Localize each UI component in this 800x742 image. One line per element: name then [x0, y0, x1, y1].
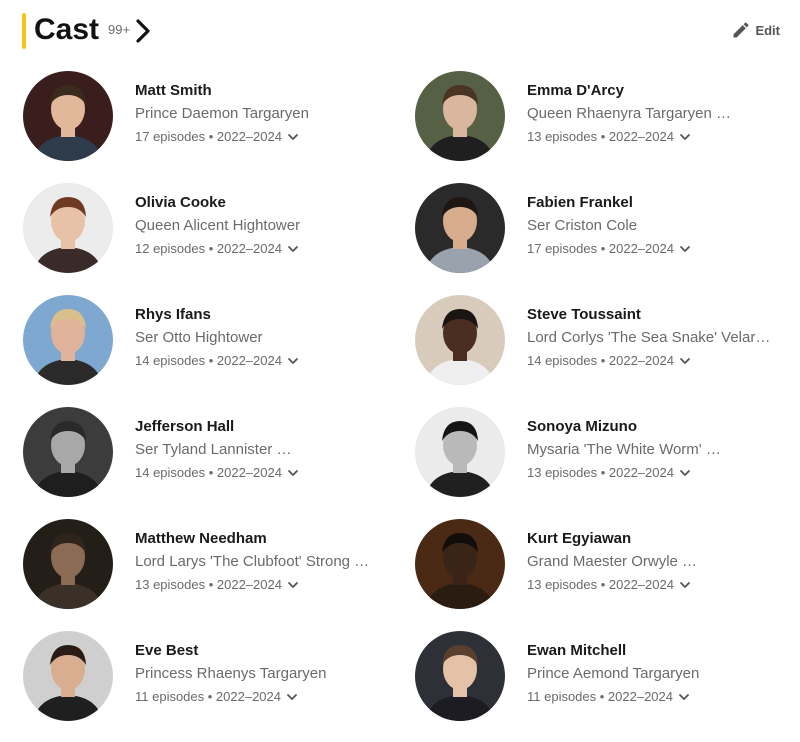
cast-photo[interactable]	[415, 519, 505, 609]
character-name: Prince Aemond Targaryen	[527, 665, 700, 682]
actor-name[interactable]: Olivia Cooke	[135, 194, 226, 211]
character-name: Queen Rhaenyra Targaryen	[527, 105, 731, 122]
cast-photo[interactable]	[23, 519, 113, 609]
cast-photo[interactable]	[415, 183, 505, 273]
episode-count: 14 episodes • 2022–2024	[135, 353, 282, 368]
cast-member-card[interactable]: Jefferson Hall Ser Tyland Lannister 14 epi…	[22, 406, 414, 518]
cast-header: Cast 99+ Edit	[22, 12, 780, 50]
episode-info-toggle[interactable]: 12 episodes • 2022–2024	[135, 241, 299, 256]
cast-photo[interactable]	[415, 407, 505, 497]
cast-photo[interactable]	[415, 71, 505, 161]
cast-photo[interactable]	[415, 631, 505, 721]
episode-info-toggle[interactable]: 14 episodes • 2022–2024	[527, 353, 691, 368]
character-name: Lord Larys 'The Clubfoot' Strong	[135, 553, 369, 570]
cast-photo[interactable]	[23, 295, 113, 385]
cast-member-card[interactable]: Steve Toussaint Lord Corlys 'The Sea Snak…	[414, 294, 782, 406]
cast-photo[interactable]	[23, 407, 113, 497]
cast-member-card[interactable]: Eve Best Princess Rhaenys Targaryen 11 epi…	[22, 630, 414, 742]
cast-member-card[interactable]: Rhys Ifans Ser Otto Hightower 14 episodes …	[22, 294, 414, 406]
episode-info-toggle[interactable]: 14 episodes • 2022–2024	[135, 465, 299, 480]
actor-name[interactable]: Rhys Ifans	[135, 306, 211, 323]
cast-member-card[interactable]: Fabien Frankel Ser Criston Cole 17 episode…	[414, 182, 782, 294]
episode-info-toggle[interactable]: 13 episodes • 2022–2024	[527, 577, 691, 592]
episode-info-toggle[interactable]: 13 episodes • 2022–2024	[135, 577, 299, 592]
actor-name[interactable]: Steve Toussaint	[527, 306, 641, 323]
episode-count: 17 episodes • 2022–2024	[135, 129, 282, 144]
cast-member-card[interactable]: Sonoya Mizuno Mysaria 'The White Worm' 13 …	[414, 406, 782, 518]
character-name: Ser Otto Hightower	[135, 329, 263, 346]
cast-grid: Matt Smith Prince Daemon Targaryen 17 epis…	[22, 70, 782, 742]
chevron-down-icon[interactable]	[287, 131, 299, 143]
actor-name[interactable]: Matt Smith	[135, 82, 212, 99]
actor-name[interactable]: Ewan Mitchell	[527, 642, 626, 659]
episode-count: 13 episodes • 2022–2024	[135, 577, 282, 592]
character-name: Ser Tyland Lannister	[135, 441, 291, 458]
chevron-down-icon[interactable]	[287, 355, 299, 367]
actor-name[interactable]: Kurt Egyiawan	[527, 530, 631, 547]
episode-info-toggle[interactable]: 11 episodes • 2022–2024	[135, 689, 298, 704]
chevron-down-icon[interactable]	[679, 355, 691, 367]
episode-count: 12 episodes • 2022–2024	[135, 241, 282, 256]
episode-count: 11 episodes • 2022–2024	[135, 689, 281, 704]
episode-info-toggle[interactable]: 11 episodes • 2022–2024	[527, 689, 690, 704]
cast-member-card[interactable]: Matthew Needham Lord Larys 'The Clubfoot'…	[22, 518, 414, 630]
episode-count: 11 episodes • 2022–2024	[527, 689, 673, 704]
episode-info-toggle[interactable]: 13 episodes • 2022–2024	[527, 465, 691, 480]
cast-photo[interactable]	[23, 71, 113, 161]
chevron-down-icon[interactable]	[678, 691, 690, 703]
episode-info-toggle[interactable]: 14 episodes • 2022–2024	[135, 353, 299, 368]
chevron-down-icon[interactable]	[287, 467, 299, 479]
character-name: Prince Daemon Targaryen	[135, 105, 309, 122]
episode-count: 13 episodes • 2022–2024	[527, 465, 674, 480]
cast-photo[interactable]	[23, 631, 113, 721]
character-name: Princess Rhaenys Targaryen	[135, 665, 327, 682]
edit-label: Edit	[755, 22, 780, 38]
episode-count: 14 episodes • 2022–2024	[135, 465, 282, 480]
actor-name[interactable]: Jefferson Hall	[135, 418, 234, 435]
episode-count: 17 episodes • 2022–2024	[527, 241, 674, 256]
cast-member-card[interactable]: Olivia Cooke Queen Alicent Hightower 12 ep…	[22, 182, 414, 294]
cast-photo[interactable]	[415, 295, 505, 385]
chevron-down-icon[interactable]	[679, 467, 691, 479]
cast-count-badge: 99+	[108, 22, 131, 37]
section-title[interactable]: Cast	[34, 12, 99, 48]
chevron-down-icon[interactable]	[679, 131, 691, 143]
actor-name[interactable]: Fabien Frankel	[527, 194, 633, 211]
cast-member-card[interactable]: Kurt Egyiawan Grand Maester Orwyle 13 epis…	[414, 518, 782, 630]
episode-count: 13 episodes • 2022–2024	[527, 577, 674, 592]
cast-member-card[interactable]: Emma D'Arcy Queen Rhaenyra Targaryen 13 ep…	[414, 70, 782, 182]
character-name: Lord Corlys 'The Sea Snake' Velaryon	[527, 329, 777, 346]
actor-name[interactable]: Matthew Needham	[135, 530, 267, 547]
episode-info-toggle[interactable]: 17 episodes • 2022–2024	[527, 241, 691, 256]
character-name: Queen Alicent Hightower	[135, 217, 301, 234]
cast-photo[interactable]	[23, 183, 113, 273]
chevron-down-icon[interactable]	[286, 691, 298, 703]
chevron-right-icon[interactable]	[134, 18, 152, 44]
accent-bar	[22, 13, 26, 49]
chevron-down-icon[interactable]	[679, 243, 691, 255]
chevron-down-icon[interactable]	[287, 579, 299, 591]
character-name: Mysaria 'The White Worm'	[527, 441, 721, 458]
actor-name[interactable]: Sonoya Mizuno	[527, 418, 637, 435]
character-name: Grand Maester Orwyle	[527, 553, 697, 570]
edit-button[interactable]: Edit	[731, 20, 780, 40]
actor-name[interactable]: Eve Best	[135, 642, 198, 659]
episode-count: 14 episodes • 2022–2024	[527, 353, 674, 368]
episode-info-toggle[interactable]: 17 episodes • 2022–2024	[135, 129, 299, 144]
character-name: Ser Criston Cole	[527, 217, 638, 234]
pencil-icon	[733, 22, 749, 38]
actor-name[interactable]: Emma D'Arcy	[527, 82, 624, 99]
chevron-down-icon[interactable]	[287, 243, 299, 255]
cast-member-card[interactable]: Ewan Mitchell Prince Aemond Targaryen 11 e…	[414, 630, 782, 742]
cast-member-card[interactable]: Matt Smith Prince Daemon Targaryen 17 epis…	[22, 70, 414, 182]
chevron-down-icon[interactable]	[679, 579, 691, 591]
episode-info-toggle[interactable]: 13 episodes • 2022–2024	[527, 129, 691, 144]
episode-count: 13 episodes • 2022–2024	[527, 129, 674, 144]
